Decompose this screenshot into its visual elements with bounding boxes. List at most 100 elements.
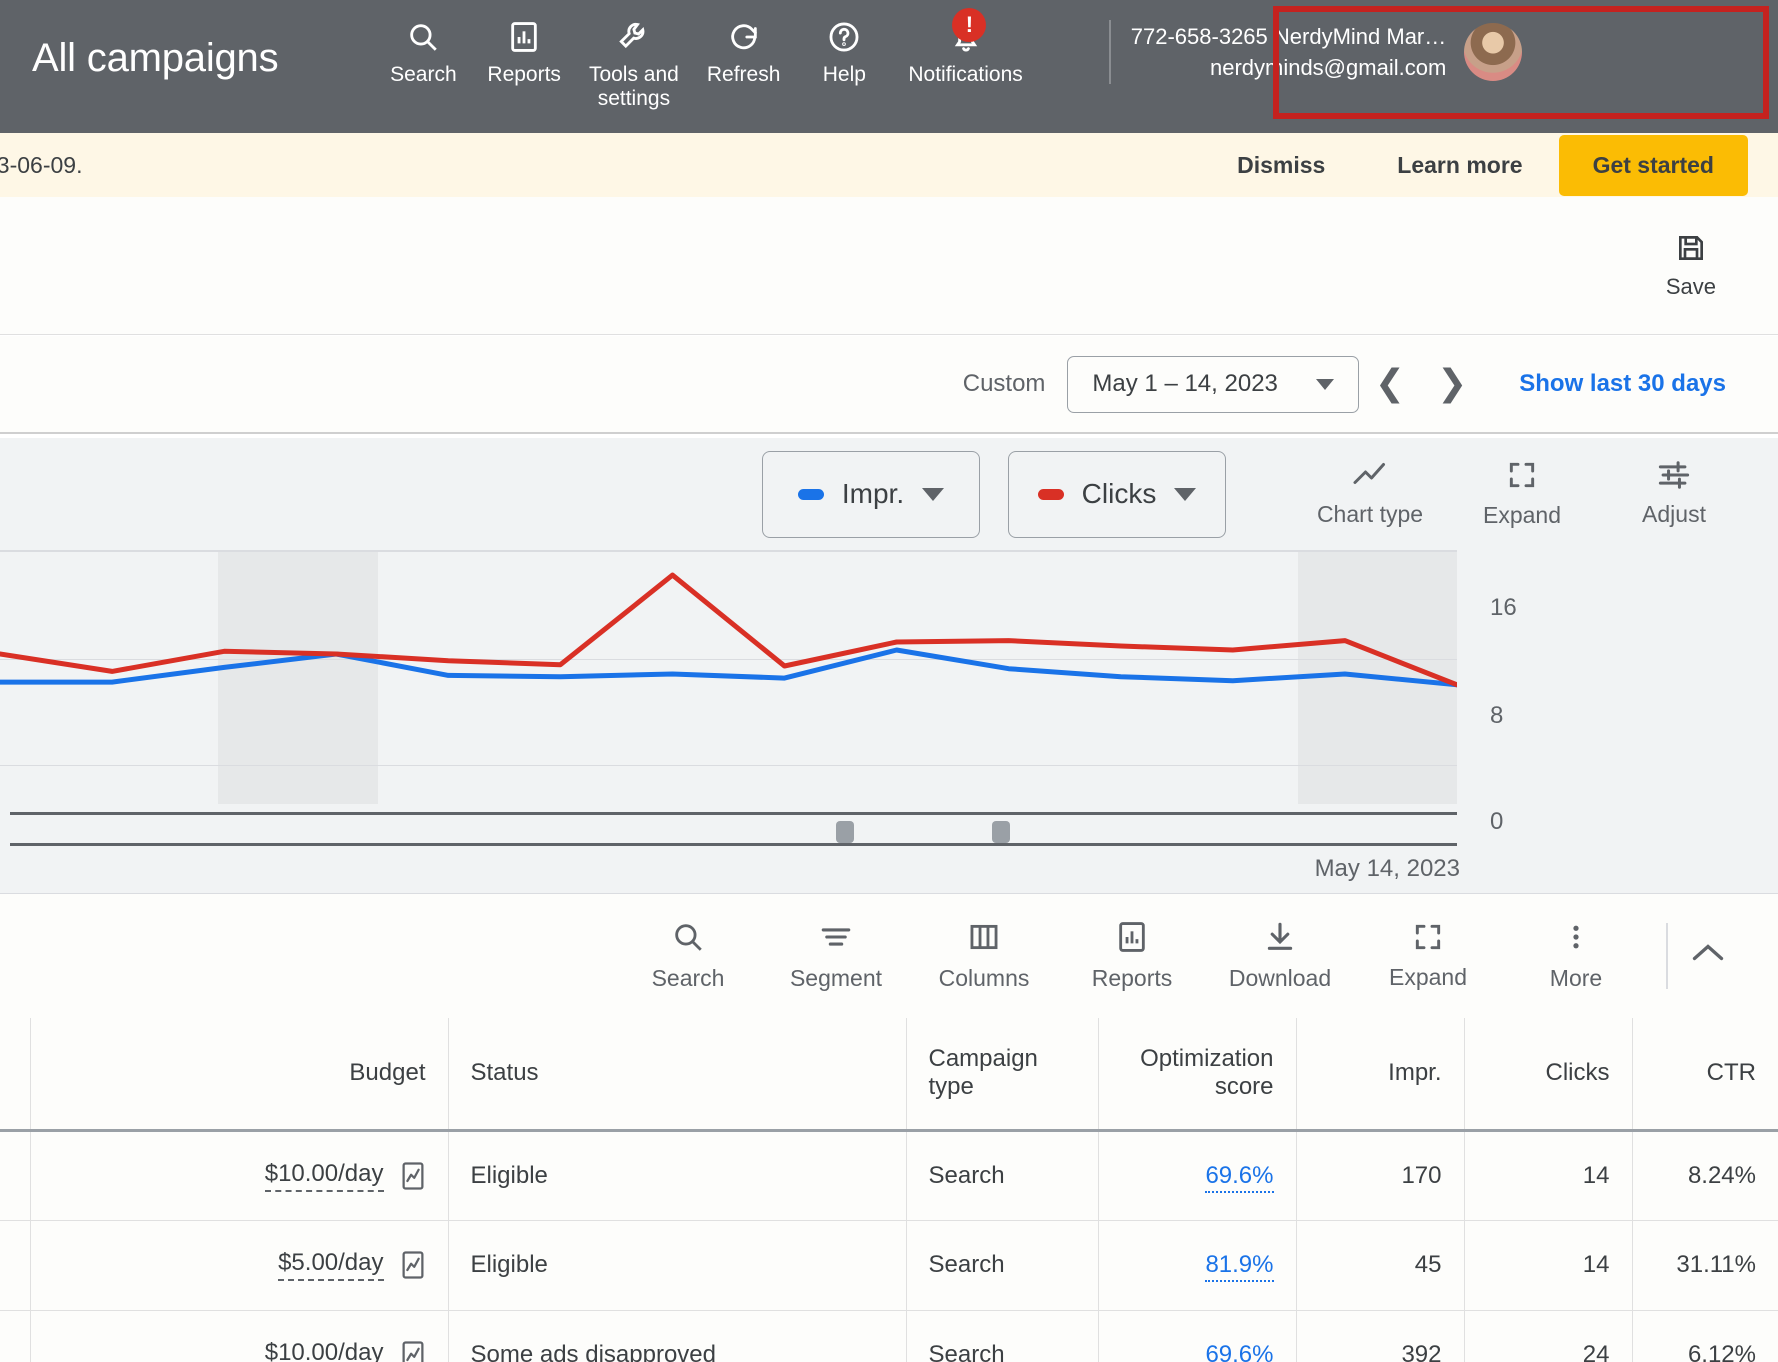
cell-budget[interactable]: $5.00/day <box>30 1220 449 1311</box>
cell-clicks: 14 <box>1464 1130 1633 1221</box>
chart-series-svg <box>0 572 1457 688</box>
chart-range-handle-right[interactable] <box>992 821 1010 843</box>
table-expand-button[interactable]: Expand <box>1354 921 1502 991</box>
date-range-select[interactable]: May 1 – 14, 2023 <box>1067 355 1359 413</box>
header-campaign-type-label: Campaign type <box>928 1045 1038 1101</box>
header-optimization-score-label: Optimization score <box>1140 1045 1274 1101</box>
cell-ctr: 31.11% <box>1632 1220 1778 1311</box>
header-optimization-score[interactable]: Optimization score <box>1098 1018 1297 1132</box>
chart-adjust-label: Adjust <box>1642 501 1706 527</box>
row-spacer <box>0 1130 31 1221</box>
budget-value[interactable]: $10.00/day <box>264 1160 384 1192</box>
header-clicks[interactable]: Clicks <box>1464 1018 1633 1132</box>
nav-label-search: Search <box>390 63 457 86</box>
cell-optimization-score[interactable]: 81.9% <box>1098 1220 1297 1311</box>
nav-item-help[interactable]: Help <box>794 14 894 87</box>
budget-value[interactable]: $5.00/day <box>278 1249 384 1281</box>
cell-optimization-score[interactable]: 69.6% <box>1098 1130 1297 1221</box>
optimization-score-link[interactable]: 69.6% <box>1205 1161 1274 1193</box>
chart-range-scrollbar[interactable] <box>10 812 1457 846</box>
chevron-right-icon[interactable]: ❯ <box>1421 366 1483 402</box>
header-impressions[interactable]: Impr. <box>1296 1018 1465 1132</box>
header-campaign-type[interactable]: Campaign type <box>906 1018 1099 1132</box>
expand-icon <box>1412 921 1444 958</box>
nav-label-help: Help <box>822 63 866 86</box>
segment-icon <box>819 920 853 959</box>
chevron-down-icon <box>1174 487 1197 501</box>
metric-selector-impressions[interactable]: Impr. <box>762 450 980 538</box>
table-row[interactable]: $10.00/day Some ads disapproved Search 69.6… <box>0 1310 1778 1362</box>
promo-banner: 23-06-09. Dismiss Learn more Get started <box>0 133 1778 197</box>
nav-item-reports[interactable]: Reports <box>473 14 575 87</box>
header-spacer <box>0 1018 31 1132</box>
y-axis-tick-16: 16 <box>1490 594 1517 621</box>
learn-more-button[interactable]: Learn more <box>1361 152 1558 179</box>
row-spacer <box>0 1310 31 1362</box>
cell-impressions: 170 <box>1296 1130 1465 1221</box>
budget-value[interactable]: $10.00/day <box>265 1339 384 1362</box>
chart-expand-button[interactable]: Expand <box>1446 459 1598 529</box>
header-status[interactable]: Status <box>448 1018 907 1132</box>
nav-label-reports: Reports <box>487 63 561 86</box>
chart-type-button[interactable]: Chart type <box>1294 460 1446 528</box>
cell-budget[interactable]: $10.00/day <box>30 1130 449 1221</box>
table-more-button[interactable]: More <box>1502 920 1650 992</box>
chevron-left-icon[interactable]: ❮ <box>1359 366 1421 402</box>
download-icon <box>1263 920 1297 959</box>
metric-label-impressions: Impr. <box>841 478 905 509</box>
metric-selector-clicks[interactable]: Clicks <box>1008 450 1226 538</box>
cell-campaign-type: Search <box>906 1130 1099 1221</box>
toolbar-divider <box>1666 923 1668 989</box>
nav-item-notifications[interactable]: ! Notifications <box>894 8 1036 87</box>
cell-ctr: 8.24% <box>1632 1130 1778 1221</box>
date-range-custom-label: Custom <box>962 370 1046 397</box>
chart-adjust-button[interactable]: Adjust <box>1598 460 1750 528</box>
table-reports-button[interactable]: Reports <box>1058 920 1206 992</box>
y-axis-tick-8: 8 <box>1490 702 1504 729</box>
table-row[interactable]: $5.00/day Eligible Search 81.9% 45 14 31.11% <box>0 1220 1778 1311</box>
avatar[interactable] <box>1464 23 1523 81</box>
table-search-button[interactable]: Search <box>614 920 762 992</box>
cell-status: Eligible <box>448 1130 907 1221</box>
optimization-score-link[interactable]: 69.6% <box>1205 1341 1274 1362</box>
campaigns-table: Budget Status Campaign type Optimization… <box>0 1018 1778 1362</box>
chevron-up-icon <box>1690 943 1726 970</box>
budget-chart-icon[interactable] <box>400 1161 426 1191</box>
budget-chart-icon[interactable] <box>400 1250 426 1280</box>
table-head: Budget Status Campaign type Optimization… <box>0 1018 1778 1132</box>
table-columns-label: Columns <box>938 965 1030 991</box>
cell-budget[interactable]: $10.00/day <box>30 1310 449 1362</box>
show-last-30-days-link[interactable]: Show last 30 days <box>1519 370 1726 398</box>
cell-optimization-score[interactable]: 69.6% <box>1098 1310 1297 1362</box>
header-ctr[interactable]: CTR <box>1632 1018 1778 1132</box>
nav-item-tools-and-settings[interactable]: Tools and settings <box>575 14 693 112</box>
cell-campaign-type: Search <box>906 1220 1099 1311</box>
get-started-button[interactable]: Get started <box>1558 134 1748 196</box>
account-email: nerdyminds@gmail.com <box>1209 55 1447 80</box>
cell-impressions: 45 <box>1296 1220 1465 1311</box>
metric-label-clicks: Clicks <box>1081 478 1157 509</box>
help-icon <box>827 14 861 60</box>
top-header-bar: All campaigns Search Reports Tools and s… <box>0 0 1778 133</box>
header-budget[interactable]: Budget <box>30 1018 449 1132</box>
nav-item-search[interactable]: Search <box>373 14 473 87</box>
dismiss-button[interactable]: Dismiss <box>1201 152 1361 179</box>
chart-range-handle-left[interactable] <box>836 821 854 843</box>
optimization-score-link[interactable]: 81.9% <box>1205 1251 1274 1282</box>
nav-item-refresh[interactable]: Refresh <box>693 14 795 87</box>
table-columns-button[interactable]: Columns <box>910 920 1058 992</box>
table-download-button[interactable]: Download <box>1206 920 1354 992</box>
account-divider <box>1108 20 1111 84</box>
expand-icon <box>1506 459 1538 496</box>
page-title: All campaigns <box>32 36 279 80</box>
collapse-panel-button[interactable] <box>1690 942 1726 971</box>
budget-chart-icon[interactable] <box>400 1340 426 1362</box>
account-selector[interactable]: 772-658-3265 NerdyMind Mar… nerdyminds@g… <box>1087 6 1541 98</box>
row-spacer <box>0 1220 31 1311</box>
table-toolbar: Search Segment Columns Reports Download … <box>0 893 1778 1018</box>
nav-label-tools-and-settings: Tools and settings <box>588 63 679 111</box>
save-button[interactable]: Save <box>1666 232 1716 300</box>
table-row[interactable]: $10.00/day Eligible Search 69.6% 170 14 8.24% <box>0 1130 1778 1221</box>
google-ads-page: All campaigns Search Reports Tools and s… <box>0 0 1778 1362</box>
table-segment-button[interactable]: Segment <box>762 920 910 992</box>
